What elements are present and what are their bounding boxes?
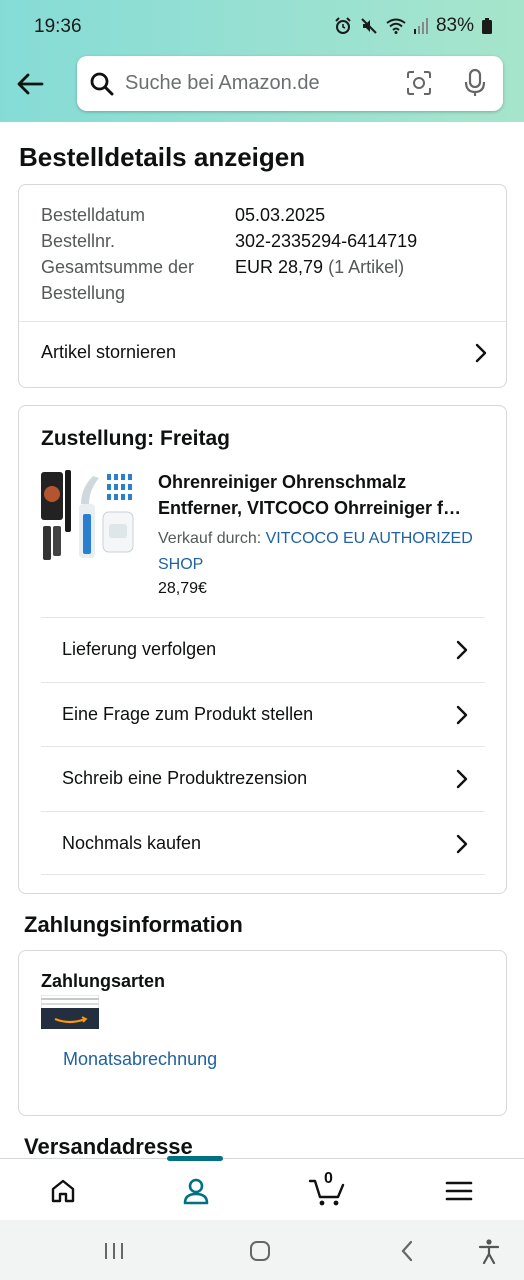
product-title-link[interactable]: Ohrenreiniger Ohrenschmalz Entferner, VI… — [158, 469, 488, 521]
sold-by-label: Verkauf durch: — [158, 530, 262, 547]
product-title-line2: Entferner, VITCOCO Ohrreiniger f… — [158, 498, 462, 518]
chevron-right-icon — [455, 704, 469, 731]
recent-apps-icon — [105, 1243, 123, 1259]
seller-link[interactable]: VITCOCO EU AUTHORIZED — [266, 530, 473, 547]
wifi-icon — [386, 18, 406, 34]
recent-apps-button[interactable] — [99, 1236, 129, 1266]
home-circle-icon — [250, 1241, 270, 1261]
delivery-heading: Zustellung: Freitag — [41, 427, 230, 450]
action-label: Eine Frage zum Produkt stellen — [62, 704, 314, 724]
nav-home[interactable] — [39, 1169, 87, 1213]
cart-count-badge: 0 — [324, 1170, 333, 1187]
order-date-label: Bestelldatum — [41, 205, 146, 225]
payment-methods-label: Zahlungsarten — [41, 971, 166, 991]
chevron-left-icon — [401, 1240, 413, 1262]
cancel-items-label: Artikel stornieren — [41, 342, 177, 362]
payment-card: Zahlungsarten Monatsabrechnung — [18, 950, 507, 1116]
home-system-button[interactable] — [245, 1236, 275, 1266]
sold-by: Verkauf durch: VITCOCO EU AUTHORIZED SHO… — [158, 526, 488, 578]
product-image[interactable] — [41, 468, 137, 564]
cancel-items-row[interactable]: Artikel stornieren — [19, 322, 506, 384]
accessibility-icon — [478, 1239, 500, 1264]
microphone-icon[interactable] — [463, 68, 487, 103]
nav-menu[interactable] — [435, 1169, 483, 1213]
accessibility-button[interactable] — [474, 1236, 504, 1266]
order-summary-card: Bestelldatum 05.03.2025 Bestellnr. 302-2… — [18, 184, 507, 388]
order-total-amount: EUR 28,79 — [235, 257, 324, 277]
order-total-label: Gesamtsumme der — [41, 257, 195, 277]
bottom-navigation — [0, 1156, 524, 1220]
payment-heading: Zahlungsinformation — [24, 912, 243, 937]
back-button[interactable] — [12, 64, 48, 104]
battery-text: 83% — [435, 15, 474, 36]
product-price: 28,79€ — [158, 580, 207, 597]
action-ask-question[interactable]: Eine Frage zum Produkt stellen — [41, 682, 485, 746]
nav-account[interactable] — [172, 1169, 220, 1213]
order-item-count: (1 Artikel) — [328, 257, 405, 277]
search-icon — [89, 71, 115, 102]
order-total-label-line2: Bestellung — [41, 283, 126, 303]
mute-icon — [360, 17, 378, 35]
search-input[interactable]: Suche bei Amazon.de — [125, 72, 320, 95]
camera-scan-icon[interactable] — [405, 69, 433, 102]
order-number-value: 302-2335294-6414719 — [235, 231, 418, 251]
order-number-label: Bestellnr. — [41, 231, 116, 251]
arrow-left-icon — [17, 73, 44, 95]
chevron-right-icon — [455, 768, 469, 795]
battery-icon — [482, 18, 492, 34]
order-total-value: EUR 28,79 (1 Artikel) — [235, 257, 404, 278]
back-system-button[interactable] — [392, 1236, 422, 1266]
action-label: Nochmals kaufen — [62, 833, 202, 853]
chevron-right-icon — [455, 833, 469, 860]
status-bar: 19:36 83% — [0, 0, 524, 54]
signal-icon — [413, 18, 428, 34]
user-icon — [183, 1178, 209, 1205]
home-icon — [51, 1179, 75, 1203]
chevron-right-icon — [474, 342, 488, 369]
search-bar[interactable]: Suche bei Amazon.de — [77, 56, 503, 111]
active-tab-indicator — [167, 1156, 223, 1161]
action-label: Schreib eine Produktrezension — [62, 768, 308, 788]
shipment-card: Zustellung: Freitag Ohrenreiniger Ohrens… — [18, 405, 507, 894]
amazon-card-icon — [40, 994, 100, 1030]
menu-icon — [445, 1181, 473, 1201]
action-track-delivery[interactable]: Lieferung verfolgen — [41, 617, 485, 681]
action-buy-again[interactable]: Nochmals kaufen — [41, 811, 485, 875]
chevron-right-icon — [455, 639, 469, 666]
monthly-invoice-link[interactable]: Monatsabrechnung — [63, 1049, 217, 1070]
alarm-icon — [334, 17, 352, 35]
header: 19:36 83% Suche bei Amazon.de — [0, 0, 524, 122]
status-icons: 83% — [334, 15, 492, 37]
system-navigation-bar — [0, 1220, 524, 1280]
action-write-review[interactable]: Schreib eine Produktrezension — [41, 746, 485, 810]
product-title-line1: Ohrenreiniger Ohrenschmalz — [158, 472, 407, 492]
status-time: 19:36 — [34, 16, 82, 37]
order-date-value: 05.03.2025 — [235, 205, 326, 225]
seller-link-line2[interactable]: SHOP — [158, 552, 488, 578]
action-label: Lieferung verfolgen — [62, 639, 217, 659]
page-title: Bestelldetails anzeigen — [19, 142, 306, 172]
